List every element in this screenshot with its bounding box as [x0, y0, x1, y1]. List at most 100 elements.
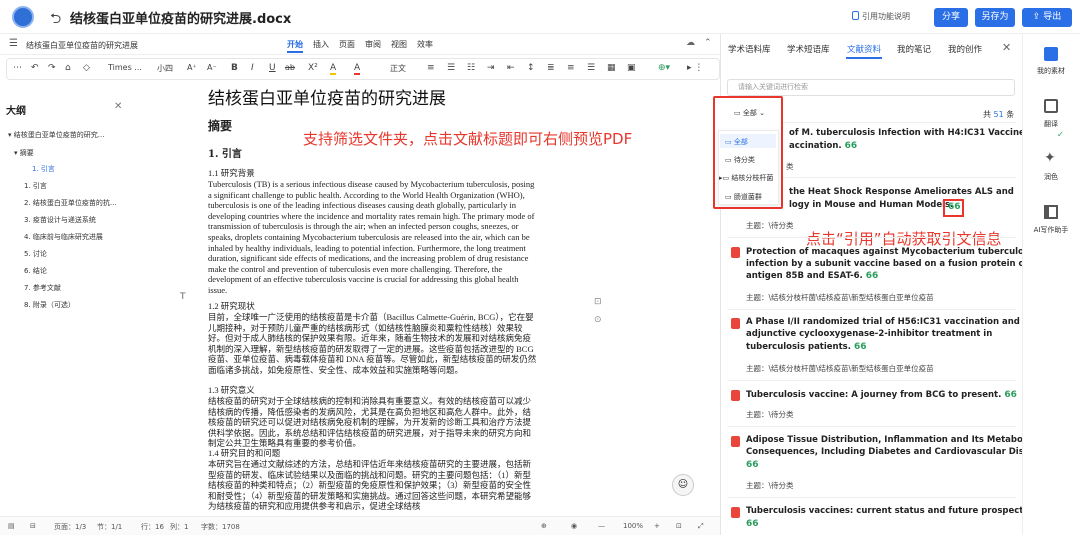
outline-item[interactable]: ▾ 结核蛋白亚单位疫苗的研究...: [8, 130, 104, 140]
align-left-icon[interactable]: ≡: [427, 63, 435, 73]
folder-item-unclassified[interactable]: ▭ 待分类: [725, 155, 755, 165]
settings-icon[interactable]: ⊙: [594, 315, 602, 325]
folder-item-tb[interactable]: ▸▭ 结核分枝杆菌: [719, 173, 779, 183]
toolbar-more-icon[interactable]: ▸ ⋮: [687, 63, 703, 73]
literature-title[interactable]: Tuberculosis vaccine: A journey from BCG…: [746, 389, 1017, 402]
sidebar-item-my-material[interactable]: 我的素材: [1022, 66, 1080, 76]
redo-icon[interactable]: ↷: [48, 63, 56, 73]
tab-my-notes[interactable]: 我的笔记: [897, 43, 931, 55]
search-input[interactable]: 请输入关键词进行检索: [727, 79, 1015, 96]
tab-academic-corpus[interactable]: 学术语料库: [728, 43, 771, 55]
literature-title[interactable]: Consequences, Including Diabetes and Car…: [746, 446, 1049, 459]
cite-icon[interactable]: 66: [845, 141, 858, 151]
align-center-icon[interactable]: ≣: [547, 63, 555, 73]
outline-item[interactable]: ▾ 摘要: [14, 148, 34, 158]
tab-my-creations[interactable]: 我的创作: [948, 43, 982, 55]
tab-review[interactable]: 审阅: [365, 39, 381, 50]
format-painter-icon[interactable]: ⌂: [65, 63, 71, 73]
outline-item[interactable]: 7. 参考文献: [24, 283, 61, 293]
undo-back-icon[interactable]: ⮌: [50, 8, 61, 32]
sidebar-item-ai-writing[interactable]: AI写作助手: [1022, 225, 1080, 235]
literature-title[interactable]: Protection of macaques against Mycobacte…: [746, 246, 1037, 259]
tab-academic-phrases[interactable]: 学术短语库: [787, 43, 830, 55]
font-color-button[interactable]: A: [354, 63, 361, 75]
ai-writing-icon[interactable]: [1044, 205, 1058, 219]
number-list-icon[interactable]: ☷: [467, 63, 475, 73]
assistant-avatar-icon[interactable]: ☺: [672, 474, 694, 496]
underline-button[interactable]: U: [269, 63, 276, 73]
outdent-icon[interactable]: ⇤: [507, 63, 515, 73]
insert-plus-icon[interactable]: ⊕▾: [658, 63, 670, 73]
translate-icon[interactable]: ⊕: [541, 522, 547, 530]
justify-icon[interactable]: ☰: [587, 63, 595, 73]
font-size-select[interactable]: 小四: [157, 63, 173, 74]
align-right-icon[interactable]: ≡: [567, 63, 575, 73]
image-icon[interactable]: ▣: [627, 63, 636, 73]
outline-item[interactable]: 1. 引言: [24, 181, 47, 191]
strikethrough-button[interactable]: ab: [285, 63, 295, 72]
highlight-button[interactable]: A: [330, 63, 337, 75]
share-button[interactable]: 分享: [934, 8, 968, 27]
close-icon[interactable]: ✕: [1002, 41, 1011, 54]
literature-title[interactable]: accination. 66: [789, 140, 857, 153]
eye-icon[interactable]: ◉: [571, 522, 577, 530]
comment-icon[interactable]: ⊡: [594, 297, 602, 307]
literature-title[interactable]: logy in Mouse and Human Models.: [789, 199, 953, 212]
zoom-in-icon[interactable]: +: [654, 522, 660, 530]
outline-item[interactable]: 5. 讨论: [24, 249, 47, 259]
font-shrink-icon[interactable]: A⁻: [207, 63, 217, 72]
sidebar-item-translate[interactable]: 翻译: [1022, 119, 1080, 129]
cite-icon[interactable]: 66: [1004, 390, 1017, 400]
outline-item[interactable]: 4. 临床前与临床研究进展: [24, 232, 103, 242]
table-icon[interactable]: ▦: [607, 63, 616, 73]
outline-item[interactable]: 8. 附录（可选）: [24, 300, 75, 310]
collapse-icon[interactable]: ⌃: [704, 38, 712, 48]
outline-item[interactable]: 2. 结核蛋白亚单位疫苗的抗...: [24, 198, 117, 208]
paragraph-style-select[interactable]: 正文: [390, 63, 406, 74]
cite-icon[interactable]: 66: [746, 460, 759, 470]
export-button[interactable]: ⇪ 导出: [1022, 8, 1072, 27]
folder-item-gut[interactable]: ▭ 肠道菌群: [725, 192, 762, 202]
cite-help-link[interactable]: 引用功能说明: [862, 11, 910, 22]
save-as-button[interactable]: 另存为: [975, 8, 1015, 27]
folder-item-all[interactable]: ▭ 全部: [725, 137, 748, 147]
polish-icon[interactable]: ✦: [1044, 150, 1056, 166]
literature-title[interactable]: the Heat Shock Response Ameliorates ALS …: [789, 186, 1014, 199]
font-name-select[interactable]: Times ...: [108, 63, 142, 72]
zoom-out-icon[interactable]: —: [598, 522, 605, 530]
more-icon[interactable]: ⋯: [13, 63, 22, 73]
literature-title[interactable]: antigen 85B and ESAT-6. 66: [746, 270, 878, 283]
translate-icon[interactable]: [1044, 99, 1058, 113]
close-icon[interactable]: ✕: [114, 101, 122, 112]
undo-icon[interactable]: ↶: [31, 63, 39, 73]
indent-icon[interactable]: ⇥: [487, 63, 495, 73]
tab-page[interactable]: 页面: [339, 39, 355, 50]
literature-title[interactable]: infection by a subunit vaccine based on …: [746, 258, 1028, 271]
cite-icon[interactable]: 66: [866, 271, 879, 281]
cloud-icon[interactable]: ☁: [686, 38, 695, 48]
tab-start[interactable]: 开始: [287, 39, 303, 50]
bold-button[interactable]: B: [231, 63, 238, 73]
superscript-button[interactable]: X²: [308, 63, 318, 73]
literature-title[interactable]: adjunctive cyclooxygenase-2-inhibitor tr…: [746, 328, 992, 341]
tab-insert[interactable]: 插入: [313, 39, 329, 50]
focus-icon[interactable]: ⊟: [30, 522, 36, 530]
font-grow-icon[interactable]: A⁺: [187, 63, 197, 72]
outline-item[interactable]: 3. 疫苗设计与递送系统: [24, 215, 96, 225]
literature-title[interactable]: of M. tuberculosis Infection with H4:IC3…: [789, 127, 1025, 140]
cite-icon[interactable]: 66: [854, 342, 867, 352]
tab-literature[interactable]: 文献资料: [847, 43, 881, 55]
italic-button[interactable]: I: [251, 63, 254, 73]
fullscreen-icon[interactable]: ⤢: [698, 522, 704, 531]
outline-item-active[interactable]: 1. 引言: [32, 164, 55, 174]
line-spacing-icon[interactable]: ↕: [527, 63, 535, 73]
literature-title[interactable]: tuberculosis patients. 66: [746, 341, 866, 354]
literature-title[interactable]: Tuberculosis vaccines: current status an…: [746, 505, 1032, 518]
bullet-list-icon[interactable]: ☰: [447, 63, 455, 73]
fit-icon[interactable]: ⊡: [676, 522, 682, 530]
cite-icon[interactable]: 66: [746, 519, 759, 529]
literature-title[interactable]: A Phase I/II randomized trial of H56:IC3…: [746, 316, 1020, 329]
tab-efficiency[interactable]: 效率: [417, 39, 433, 50]
hamburger-icon[interactable]: ☰: [9, 38, 18, 49]
material-icon[interactable]: [1044, 47, 1058, 61]
